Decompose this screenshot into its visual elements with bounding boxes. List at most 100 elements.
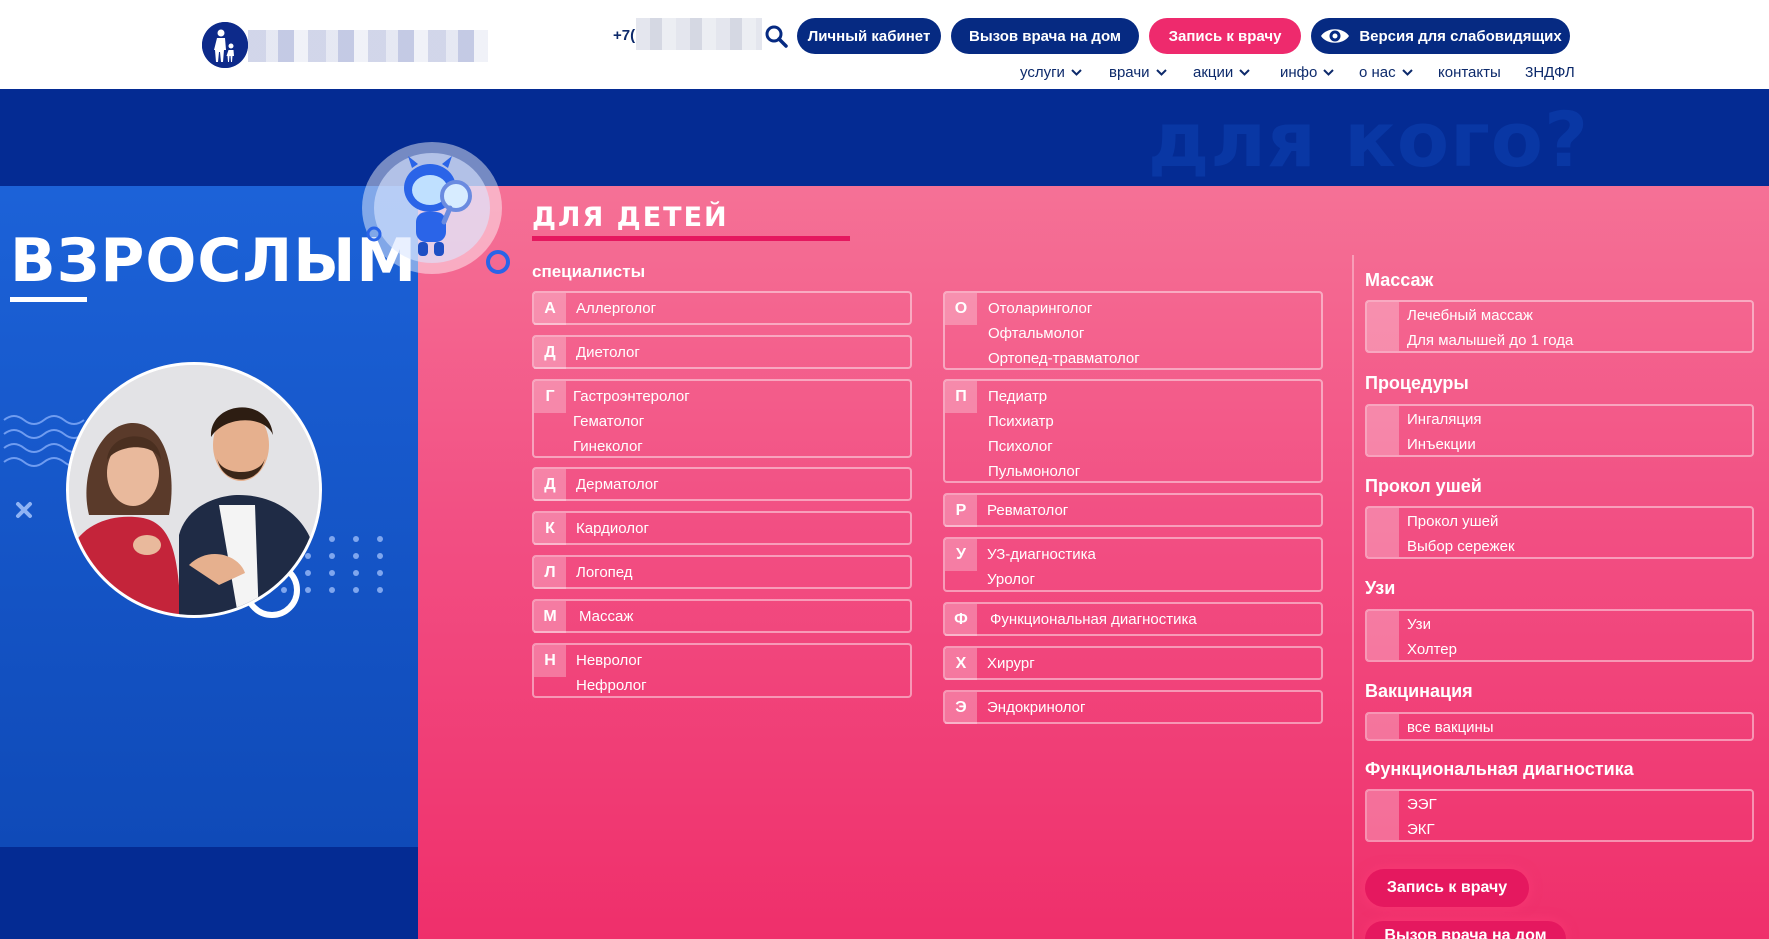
service-link[interactable]: ЭКГ: [1407, 817, 1437, 842]
specialist-link[interactable]: Отоларинголог: [988, 296, 1140, 321]
service-link[interactable]: все вакцины: [1407, 715, 1494, 740]
adult-couple-illustration: [69, 365, 319, 615]
eye-icon: [1321, 29, 1350, 43]
specialist-group-e: Э Эндокринолог: [943, 690, 1323, 724]
service-link[interactable]: Лечебный массаж: [1407, 303, 1573, 328]
logo-text-redacted: [248, 30, 488, 62]
group-letter: Г: [534, 381, 566, 413]
chevron-down-icon: [1401, 69, 1413, 76]
specialist-link[interactable]: Психиатр: [988, 409, 1080, 434]
nav-promotions[interactable]: акции: [1193, 64, 1250, 81]
low-vision-button[interactable]: Версия для слабовидящих: [1311, 18, 1570, 54]
specialist-link[interactable]: Уролог: [987, 567, 1096, 592]
group-letter: У: [945, 539, 977, 571]
specialist-link[interactable]: Массаж: [579, 604, 633, 629]
service-box-vaccination: все вакцины: [1365, 712, 1754, 741]
service-box-procedures: Ингаляция Инъекции: [1365, 404, 1754, 457]
specialist-link[interactable]: Ортопед-травматолог: [988, 346, 1140, 371]
chevron-down-icon: [1071, 69, 1082, 76]
kids-doctor-home-button[interactable]: Вызов врача на дом: [1365, 921, 1566, 939]
chevron-down-icon: [1323, 69, 1335, 76]
group-letter: Э: [945, 692, 977, 724]
service-title-procedures: Процедуры: [1365, 373, 1469, 393]
nav-info[interactable]: инфо: [1280, 64, 1335, 81]
specialist-link[interactable]: Педиатр: [988, 384, 1080, 409]
kids-appointment-button[interactable]: Запись к врачу: [1365, 869, 1529, 907]
group-letter: Ф: [945, 604, 977, 636]
clinic-logo[interactable]: [202, 22, 248, 68]
banner-ghost-heading: для кого?: [1148, 95, 1590, 184]
specialist-link[interactable]: Кардиолог: [576, 516, 649, 541]
group-letter: Л: [534, 557, 566, 589]
doctor-home-label: Вызов врача на дом: [969, 27, 1121, 45]
nav-services-label: услуги: [1020, 64, 1065, 81]
nav-services[interactable]: услуги: [1020, 64, 1082, 81]
doctor-home-button[interactable]: Вызов врача на дом: [951, 18, 1139, 54]
specialist-link[interactable]: Хирург: [987, 651, 1035, 676]
specialists-label: специалисты: [532, 262, 646, 281]
service-title-vaccination: Вакцинация: [1365, 681, 1473, 701]
specialist-group-h: Х Хирург: [943, 646, 1323, 680]
kids-heading-underline: [532, 236, 850, 241]
specialist-link[interactable]: Диетолог: [576, 340, 640, 365]
specialist-link[interactable]: Функциональная диагностика: [990, 607, 1197, 632]
group-letter: О: [945, 293, 977, 325]
specialist-group-r: Р Ревматолог: [943, 493, 1323, 527]
specialist-link[interactable]: Гинеколог: [573, 434, 690, 459]
service-link[interactable]: ЭЭГ: [1407, 792, 1437, 817]
group-letter: Д: [534, 337, 566, 369]
service-title-functional-diagnostics: Функциональная диагностика: [1365, 759, 1634, 779]
kids-heading[interactable]: ДЛЯ ДЕТЕЙ: [532, 202, 729, 233]
specialist-link[interactable]: Гематолог: [573, 409, 690, 434]
service-stripe: [1367, 611, 1399, 660]
search-icon[interactable]: [764, 24, 788, 48]
service-link[interactable]: Инъекции: [1407, 432, 1482, 457]
service-link[interactable]: Прокол ушей: [1407, 509, 1515, 534]
specialist-link[interactable]: Дерматолог: [576, 472, 659, 497]
nav-doctors-label: врачи: [1109, 64, 1150, 81]
chevron-down-icon: [1239, 69, 1250, 76]
adults-heading[interactable]: ВЗРОСЛЫМ: [10, 226, 417, 296]
specialist-group-d1: Д Диетолог: [532, 335, 912, 369]
specialist-link[interactable]: Ревматолог: [987, 498, 1068, 523]
specialist-link[interactable]: Невролог: [576, 648, 647, 673]
specialist-link[interactable]: Пульмонолог: [988, 459, 1080, 484]
service-link[interactable]: Узи: [1407, 612, 1457, 637]
personal-cabinet-button[interactable]: Личный кабинет: [797, 18, 941, 54]
nav-contacts[interactable]: контакты: [1438, 64, 1501, 81]
appointment-label: Запись к врачу: [1168, 27, 1282, 45]
service-box-ultrasound: Узи Холтер: [1365, 609, 1754, 662]
appointment-button[interactable]: Запись к врачу: [1149, 18, 1301, 54]
specialist-link[interactable]: Офтальмолог: [988, 321, 1140, 346]
adults-photo[interactable]: [66, 362, 322, 618]
specialist-link[interactable]: УЗ-диагностика: [987, 542, 1096, 567]
column-divider: [1352, 255, 1354, 939]
service-stripe: [1367, 791, 1399, 840]
specialist-link[interactable]: Гастроэнтеролог: [573, 384, 690, 409]
specialist-group-o: О Отоларинголог Офтальмолог Ортопед-трав…: [943, 291, 1323, 370]
group-letter: А: [534, 293, 566, 325]
specialist-link[interactable]: Аллерголог: [576, 296, 656, 321]
nav-about-label: о нас: [1359, 64, 1396, 81]
specialist-group-u: У УЗ-диагностика Уролог: [943, 537, 1323, 592]
service-link[interactable]: Выбор сережек: [1407, 534, 1515, 559]
service-link[interactable]: Ингаляция: [1407, 407, 1482, 432]
specialist-group-f: Ф Функциональная диагностика: [943, 602, 1323, 636]
phone-prefix[interactable]: +7(: [613, 27, 635, 44]
service-title-massage: Массаж: [1365, 270, 1434, 290]
service-link[interactable]: Для малышей до 1 года: [1407, 328, 1573, 353]
specialist-link[interactable]: Логопед: [576, 560, 633, 585]
nav-doctors[interactable]: врачи: [1109, 64, 1167, 81]
specialist-link[interactable]: Психолог: [988, 434, 1080, 459]
specialist-group-l: Л Логопед: [532, 555, 912, 589]
nav-tax-deduction[interactable]: 3НДФЛ: [1525, 64, 1575, 81]
phone-number-redacted[interactable]: [636, 18, 762, 50]
nav-contacts-label: контакты: [1438, 64, 1501, 81]
specialist-link[interactable]: Нефролог: [576, 673, 647, 698]
nav-about[interactable]: о нас: [1359, 64, 1413, 81]
group-letter: Р: [945, 495, 977, 527]
low-vision-label: Версия для слабовидящих: [1359, 27, 1562, 45]
specialist-link[interactable]: Эндокринолог: [987, 695, 1085, 720]
service-link[interactable]: Холтер: [1407, 637, 1457, 662]
specialist-group-d2: Д Дерматолог: [532, 467, 912, 501]
